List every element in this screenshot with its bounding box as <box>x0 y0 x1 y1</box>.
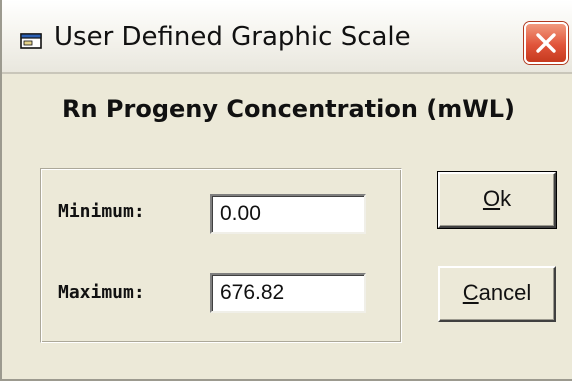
cancel-button-label: Cancel <box>463 280 531 306</box>
title-bar[interactable]: User Defined Graphic Scale <box>2 0 572 74</box>
minimum-input[interactable]: 0.00 <box>210 194 366 234</box>
ok-label-rest: k <box>500 186 512 211</box>
scale-heading: Rn Progeny Concentration (mWL) <box>62 95 515 123</box>
ok-hotkey: O <box>482 186 501 211</box>
maximum-input[interactable]: 676.82 <box>210 273 366 313</box>
minimum-label: Minimum: <box>58 201 145 222</box>
dialog-window: User Defined Graphic Scale Rn Progeny Co… <box>0 0 572 381</box>
close-icon <box>536 33 556 53</box>
close-button[interactable] <box>524 22 568 64</box>
cancel-hotkey: C <box>462 280 479 305</box>
ok-button[interactable]: Ok <box>437 171 557 229</box>
ok-button-label: Ok <box>483 186 511 212</box>
maximum-label: Maximum: <box>58 282 145 303</box>
window-app-icon <box>20 33 42 49</box>
cancel-label-rest: ancel <box>478 280 532 305</box>
cancel-button[interactable]: Cancel <box>438 266 556 322</box>
window-title: User Defined Graphic Scale <box>54 22 411 52</box>
